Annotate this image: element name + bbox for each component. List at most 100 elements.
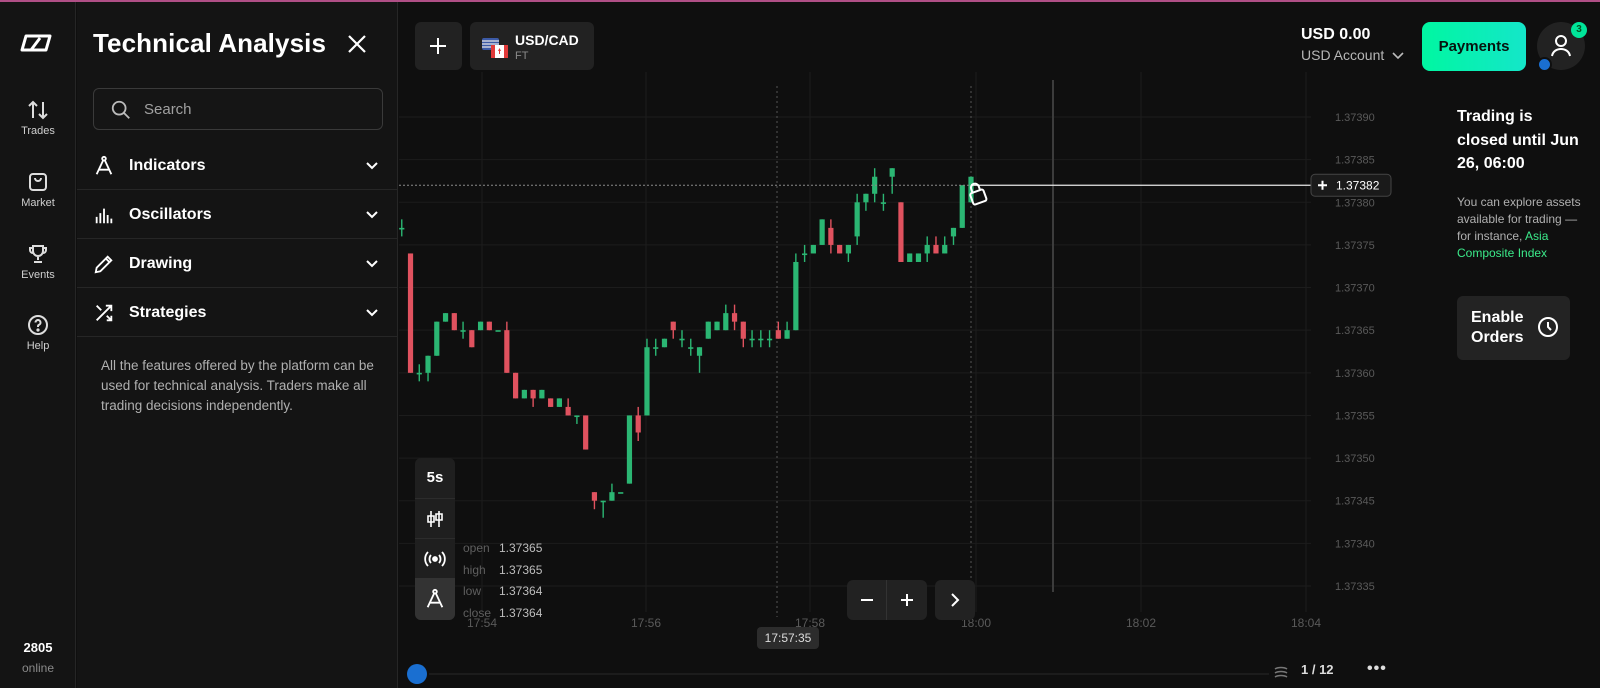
candle-body [723,313,729,331]
candle-body [513,372,519,399]
panel-description: All the features offered by the platform… [101,358,374,413]
x-tick-label: 18:04 [1291,616,1321,630]
candle-body [600,500,606,503]
search-icon [111,100,130,119]
usd-cad-flags-icon [482,38,508,58]
chevron-down-icon [366,309,378,317]
candle-body [933,244,939,254]
account-selector[interactable]: USD 0.00 USD Account [1301,26,1404,63]
bag-icon [29,173,47,191]
y-tick-label: 1.37365 [1335,325,1375,337]
asset-tab-usdcad[interactable]: USD/CAD FT [470,22,594,70]
zoom-out-button[interactable] [847,580,887,620]
technical-analysis-button[interactable] [415,578,455,620]
ohlc-high: 1.37365 [499,562,543,577]
rail-item-market[interactable]: Market [0,170,76,209]
y-tick-label: 1.37345 [1335,496,1375,508]
y-tick-label: 1.37355 [1335,410,1375,422]
shuffle-icon [96,304,113,322]
candle-body [442,313,449,322]
y-tick-label: 1.37370 [1335,283,1375,295]
account-name: USD Account [1301,47,1404,63]
payments-button[interactable]: Payments [1422,22,1526,71]
chevron-down-icon [366,211,378,219]
signals-button[interactable] [415,538,455,578]
ohlc-open: 1.37365 [499,541,543,555]
section-label: Strategies [129,304,207,321]
candle-body [530,389,536,399]
y-tick-label: 1.37340 [1335,538,1375,550]
more-options-button[interactable]: ••• [1367,660,1387,678]
candle-body [521,389,527,399]
section-oscillators[interactable]: Oscillators [77,191,398,239]
left-rail: Trades Market Events Help 2805 online [0,2,76,688]
candle-body [653,347,659,349]
add-asset-button[interactable] [415,22,462,70]
candle-body [670,321,676,331]
section-drawing[interactable]: Drawing [77,240,398,288]
candle-body [644,347,650,416]
status-indicator [1537,57,1552,72]
ohlc-label: close [463,605,492,620]
help-icon [28,315,48,335]
candle-body [574,415,580,418]
candle-body [749,338,755,341]
candle-body [618,492,624,494]
candle-body [950,227,957,237]
timeframe-button[interactable]: 5s [415,458,455,498]
rail-label: Trades [21,125,55,137]
candle-body [714,321,720,331]
trading-closed-body: You can explore assets available for tra… [1457,194,1587,262]
minus-icon [861,599,873,601]
rail-item-trades[interactable]: Trades [0,98,76,137]
balance-amount: USD 0.00 [1301,26,1371,43]
pager-label: 1 / 12 [1301,662,1334,677]
candle-body [696,347,703,356]
chart-type-button[interactable] [415,498,455,538]
chevron-right-icon [951,593,960,607]
trading-closed-title: Trading is closed until Jun 26, 06:00 [1457,108,1579,172]
section-label: Indicators [129,157,206,174]
candles-icon [427,511,443,527]
asset-type: FT [515,50,529,62]
timeline-track[interactable] [429,673,1269,675]
chevron-down-icon [366,260,378,268]
candle-body [845,244,851,254]
candle-body [407,253,414,373]
bar-chart-icon [95,208,113,224]
candle-body [495,330,501,332]
timeline-handle[interactable] [407,664,427,684]
layers-icon[interactable] [1273,666,1289,678]
candle-body [889,168,895,177]
close-icon[interactable] [345,32,369,56]
section-indicators[interactable]: Indicators [77,142,398,190]
search-input[interactable] [144,98,364,120]
plus-icon [430,38,446,54]
candle-body [784,330,790,339]
candle-body [942,244,948,254]
x-tick-label: 18:02 [1126,616,1156,630]
candle-body [556,398,562,407]
rail-item-events[interactable]: Events [0,242,76,281]
candle-body [416,372,422,375]
compass-icon [426,588,444,608]
search-box[interactable] [93,88,383,130]
candle-body [486,321,492,331]
candle-body [898,202,904,262]
zoom-in-button[interactable] [887,580,927,620]
online-label: online [21,661,55,675]
pencil-icon [94,255,113,274]
brand-logo-icon[interactable] [20,34,54,52]
rail-item-help[interactable]: Help [0,313,76,352]
candle-body [548,398,554,407]
technical-analysis-panel: Technical Analysis Indicators Oscillator… [77,2,398,688]
y-tick-label: 1.37380 [1335,197,1375,209]
scroll-to-now-button[interactable] [935,580,975,620]
section-strategies[interactable]: Strategies [77,289,398,337]
rail-label: Events [21,269,55,281]
panel-title: Technical Analysis [93,28,327,58]
candle-body [775,330,781,339]
y-tick-label: 1.37335 [1335,581,1375,593]
ohlc-label: open [463,541,490,555]
enable-orders-button[interactable]: Enable Orders [1457,296,1570,360]
